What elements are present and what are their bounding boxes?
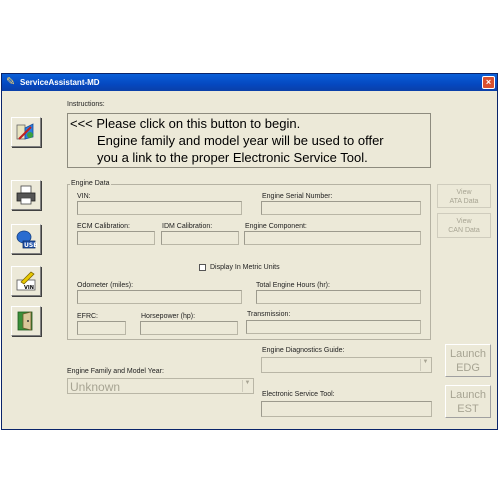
vin-field[interactable] [77, 201, 242, 215]
screen: { "window": { "title": "ServiceAssistant… [0, 0, 500, 500]
wizard-start-icon [16, 123, 34, 140]
close-button[interactable]: × [482, 76, 495, 89]
idm-field[interactable] [161, 231, 239, 245]
start-wizard-button[interactable] [11, 117, 41, 147]
transmission-label: Transmission: [247, 311, 291, 318]
engine-family-select[interactable]: Unknown ▼ [67, 378, 254, 394]
title-bar: ✎ ServiceAssistant-MD × [2, 74, 497, 91]
view-can-data-button[interactable]: View CAN Data [437, 213, 491, 238]
view-ata-line-2: ATA Data [449, 198, 479, 205]
est-field[interactable] [261, 401, 432, 417]
hours-label: Total Engine Hours (hr): [256, 282, 330, 289]
launch-edg-button[interactable]: Launch EDG [445, 344, 491, 377]
chevron-down-icon: ▼ [420, 359, 430, 371]
svg-text:USB: USB [24, 242, 37, 249]
instructions-box: <<< Please click on this button to begin… [67, 113, 431, 168]
chevron-down-icon: ▼ [242, 380, 252, 392]
instructions-line-3: you a link to the proper Electronic Serv… [97, 150, 368, 165]
serial-field[interactable] [261, 201, 421, 215]
view-can-line-2: CAN Data [448, 227, 480, 234]
efrc-label: EFRC: [77, 313, 98, 320]
hp-label: Horsepower (hp): [141, 313, 196, 320]
launch-est-line-1: Launch [449, 389, 487, 401]
hp-field[interactable] [140, 321, 238, 335]
launch-est-line-2: EST [457, 403, 479, 415]
vin-pen-icon: VIN [16, 271, 36, 291]
instructions-label: Instructions: [67, 101, 105, 108]
component-field[interactable] [244, 231, 421, 245]
engine-data-title: Engine Data [70, 180, 111, 187]
launch-est-button[interactable]: Launch EST [445, 385, 491, 418]
view-can-line-1: View [456, 218, 472, 225]
engine-family-value: Unknown [70, 380, 121, 394]
serial-label: Engine Serial Number: [262, 193, 333, 200]
metric-label: Display In Metric Units [210, 264, 280, 271]
view-ata-line-1: View [456, 189, 472, 196]
transmission-field[interactable] [246, 320, 421, 334]
instructions-line-1: <<< Please click on this button to begin… [70, 116, 301, 131]
vin-label: VIN: [77, 193, 91, 200]
launch-edg-line-2: EDG [456, 362, 480, 374]
exit-button[interactable] [11, 306, 41, 336]
edg-label: Engine Diagnostics Guide: [262, 347, 345, 354]
est-label: Electronic Service Tool: [262, 391, 335, 398]
view-ata-data-button[interactable]: View ATA Data [437, 184, 491, 208]
window-title: ServiceAssistant-MD [20, 78, 100, 87]
component-label: Engine Component: [245, 223, 307, 230]
ecm-label: ECM Calibration: [77, 223, 130, 230]
vin-button[interactable]: VIN [11, 266, 41, 296]
hours-field[interactable] [256, 290, 421, 304]
usb-button[interactable]: USB [11, 224, 41, 254]
app-icon: ✎ [6, 76, 16, 88]
launch-edg-line-1: Launch [449, 348, 487, 360]
engine-family-label: Engine Family and Model Year: [67, 368, 164, 375]
idm-label: IDM Calibration: [162, 223, 213, 230]
instructions-line-2: Engine family and model year will be use… [97, 133, 384, 148]
odometer-label: Odometer (miles): [77, 282, 134, 289]
ecm-field[interactable] [77, 231, 155, 245]
usb-icon: USB [16, 230, 37, 249]
edg-select[interactable]: ▼ [261, 357, 432, 373]
metric-checkbox[interactable] [199, 264, 206, 271]
odometer-field[interactable] [77, 290, 242, 304]
efrc-field[interactable] [77, 321, 126, 335]
print-button[interactable] [11, 180, 41, 210]
exit-door-icon [17, 311, 33, 331]
svg-text:VIN: VIN [24, 285, 34, 291]
printer-icon [16, 185, 36, 205]
